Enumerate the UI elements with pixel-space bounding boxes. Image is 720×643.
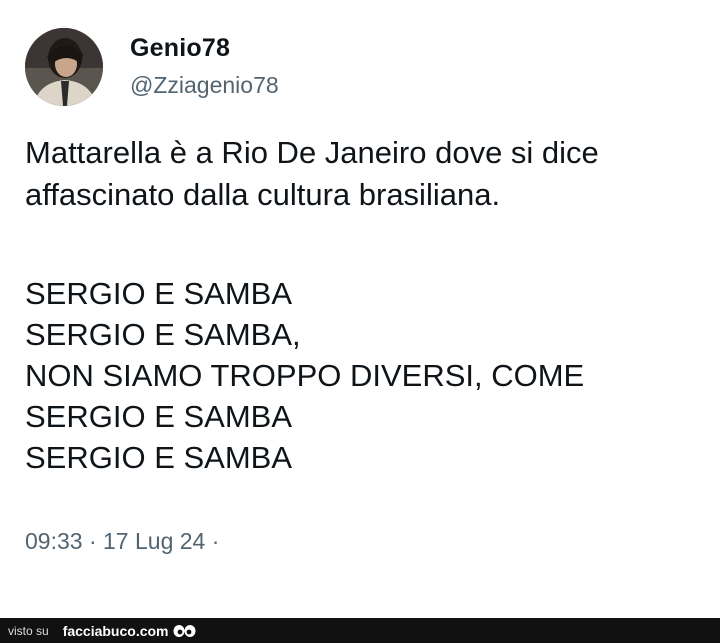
tweet-time: 09:33 — [25, 528, 83, 554]
lyric-line: SERGIO E SAMBA, — [25, 317, 301, 352]
display-name[interactable]: Genio78 — [130, 34, 230, 63]
lyric-line: SERGIO E SAMBA — [25, 399, 293, 434]
user-handle[interactable]: @Zziagenio78 — [130, 72, 279, 99]
avatar[interactable] — [25, 28, 103, 106]
tweet-time-link[interactable]: 09:33 · 17 Lug 24 — [25, 528, 205, 554]
tweet-lyrics: SERGIO E SAMBA SERGIO E SAMBA, NON SIAMO… — [25, 273, 705, 478]
tweet-text: Mattarella è a Rio De Janeiro dove si di… — [25, 132, 705, 478]
tweet-paragraph: Mattarella è a Rio De Janeiro dove si di… — [25, 135, 599, 212]
eyes-icon — [173, 624, 197, 638]
footer-visto-su: visto su — [8, 623, 49, 638]
tweet-screenshot: Genio78 @Zziagenio78 Mattarella è a Rio … — [0, 0, 720, 643]
tweet-date: 17 Lug 24 — [103, 528, 206, 554]
avatar-photo — [25, 28, 103, 106]
tweet-timestamp: 09:33 · 17 Lug 24 · — [25, 528, 219, 555]
separator: · — [88, 528, 97, 554]
watermark-footer: visto su facciabuco.com — [0, 618, 720, 643]
lyric-line: SERGIO E SAMBA — [25, 276, 293, 311]
separator: · — [211, 528, 220, 554]
footer-site[interactable]: facciabuco.com — [63, 623, 169, 639]
lyric-line: SERGIO E SAMBA — [25, 440, 293, 475]
lyric-line: NON SIAMO TROPPO DIVERSI, COME — [25, 358, 585, 393]
